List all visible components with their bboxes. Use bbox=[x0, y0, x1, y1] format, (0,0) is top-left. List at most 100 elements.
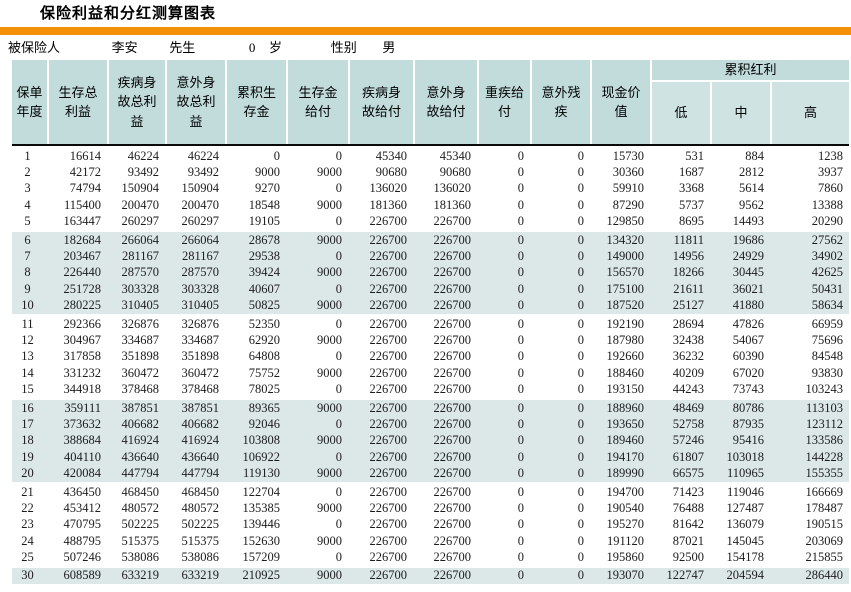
value-cell: 50431 bbox=[772, 282, 849, 297]
column-header-critical-illness: 重疾给 付 bbox=[479, 60, 530, 144]
column-header-dividend-low: 低 bbox=[652, 82, 710, 144]
value-cell: 150904 bbox=[167, 181, 225, 196]
value-cell: 46224 bbox=[109, 149, 165, 164]
value-cell: 14956 bbox=[652, 249, 710, 264]
value-cell: 42172 bbox=[49, 165, 107, 180]
value-cell: 310405 bbox=[167, 298, 225, 313]
value-cell: 16614 bbox=[49, 149, 107, 164]
value-cell: 226700 bbox=[350, 349, 413, 364]
value-cell: 0 bbox=[479, 366, 530, 381]
value-cell: 226700 bbox=[415, 501, 477, 516]
table-row: 7203467281167281167295380226700226700001… bbox=[12, 248, 849, 264]
value-cell: 0 bbox=[288, 450, 348, 465]
value-cell: 470795 bbox=[49, 517, 107, 532]
value-cell: 182684 bbox=[49, 233, 107, 248]
value-cell: 226700 bbox=[350, 382, 413, 397]
value-cell: 608589 bbox=[49, 568, 107, 583]
value-cell: 226700 bbox=[350, 333, 413, 348]
value-cell: 9000 bbox=[288, 198, 348, 213]
value-cell: 129850 bbox=[592, 214, 650, 229]
table-row: 2550724653808653808615720902267002267000… bbox=[12, 549, 849, 565]
insured-name: 李安 bbox=[112, 35, 138, 60]
table-row: 2245341248057248057213538590002267002267… bbox=[12, 500, 849, 516]
value-cell: 36021 bbox=[712, 282, 770, 297]
value-cell: 193150 bbox=[592, 382, 650, 397]
value-cell: 136020 bbox=[350, 181, 413, 196]
value-cell: 416924 bbox=[109, 433, 165, 448]
value-cell: 280225 bbox=[49, 298, 107, 313]
table-row: 3747941509041509049270013602013602000599… bbox=[12, 181, 849, 197]
value-cell: 9562 bbox=[712, 198, 770, 213]
value-cell: 226440 bbox=[49, 265, 107, 280]
value-cell: 0 bbox=[288, 550, 348, 565]
value-cell: 9000 bbox=[288, 433, 348, 448]
value-cell: 287570 bbox=[109, 265, 165, 280]
table-row: 1433123236047236047275752900022670022670… bbox=[12, 365, 849, 381]
value-cell: 204594 bbox=[712, 568, 770, 583]
value-cell: 226700 bbox=[415, 433, 477, 448]
column-header-accident-disability: 意外残 疾 bbox=[532, 60, 590, 144]
value-cell: 0 bbox=[532, 298, 590, 313]
value-cell: 226700 bbox=[415, 366, 477, 381]
value-cell: 149000 bbox=[592, 249, 650, 264]
value-cell: 39424 bbox=[227, 265, 286, 280]
value-cell: 181360 bbox=[350, 198, 413, 213]
value-cell: 0 bbox=[532, 233, 590, 248]
value-cell: 633219 bbox=[109, 568, 165, 583]
value-cell: 0 bbox=[532, 317, 590, 332]
table-row: 1028022531040531040550825900022670022670… bbox=[12, 298, 849, 314]
value-cell: 192660 bbox=[592, 349, 650, 364]
value-cell: 28678 bbox=[227, 233, 286, 248]
value-cell: 3368 bbox=[652, 181, 710, 196]
value-cell: 502225 bbox=[167, 517, 225, 532]
value-cell: 0 bbox=[288, 282, 348, 297]
value-cell: 87021 bbox=[652, 534, 710, 549]
value-cell: 90680 bbox=[415, 165, 477, 180]
value-cell: 373632 bbox=[49, 417, 107, 432]
value-cell: 468450 bbox=[109, 485, 165, 500]
value-cell: 0 bbox=[479, 282, 530, 297]
value-cell: 0 bbox=[479, 517, 530, 532]
policy-year-cell: 7 bbox=[12, 249, 47, 264]
policy-year-cell: 30 bbox=[12, 568, 47, 583]
value-cell: 189460 bbox=[592, 433, 650, 448]
value-cell: 226700 bbox=[350, 534, 413, 549]
value-cell: 40607 bbox=[227, 282, 286, 297]
value-cell: 122747 bbox=[652, 568, 710, 583]
value-cell: 0 bbox=[288, 417, 348, 432]
value-cell: 62920 bbox=[227, 333, 286, 348]
column-header-accident-death-total: 意外身 故总利 益 bbox=[167, 60, 225, 144]
value-cell: 226700 bbox=[415, 317, 477, 332]
value-cell: 14493 bbox=[712, 214, 770, 229]
value-cell: 127487 bbox=[712, 501, 770, 516]
value-cell: 60390 bbox=[712, 349, 770, 364]
value-cell: 0 bbox=[532, 382, 590, 397]
value-cell: 30360 bbox=[592, 165, 650, 180]
value-cell: 0 bbox=[479, 181, 530, 196]
value-cell: 90680 bbox=[350, 165, 413, 180]
value-cell: 115400 bbox=[49, 198, 107, 213]
value-cell: 57246 bbox=[652, 433, 710, 448]
value-cell: 0 bbox=[288, 214, 348, 229]
value-cell: 0 bbox=[479, 165, 530, 180]
value-cell: 81642 bbox=[652, 517, 710, 532]
value-cell: 226700 bbox=[350, 317, 413, 332]
value-cell: 226700 bbox=[415, 349, 477, 364]
value-cell: 0 bbox=[479, 534, 530, 549]
column-header-policy-year: 保单 年度 bbox=[12, 60, 47, 144]
value-cell: 226700 bbox=[415, 249, 477, 264]
value-cell: 0 bbox=[532, 181, 590, 196]
value-cell: 226700 bbox=[350, 450, 413, 465]
value-cell: 19686 bbox=[712, 233, 770, 248]
value-cell: 226700 bbox=[350, 214, 413, 229]
value-cell: 58634 bbox=[772, 298, 849, 313]
value-cell: 404110 bbox=[49, 450, 107, 465]
value-cell: 0 bbox=[532, 485, 590, 500]
table-row: 2347079550222550222513944602267002267000… bbox=[12, 517, 849, 533]
value-cell: 2812 bbox=[712, 165, 770, 180]
table-row: 2448879551537551537515263090002267002267… bbox=[12, 533, 849, 549]
policy-year-cell: 24 bbox=[12, 534, 47, 549]
value-cell: 0 bbox=[532, 214, 590, 229]
value-cell: 334687 bbox=[167, 333, 225, 348]
value-cell: 360472 bbox=[167, 366, 225, 381]
